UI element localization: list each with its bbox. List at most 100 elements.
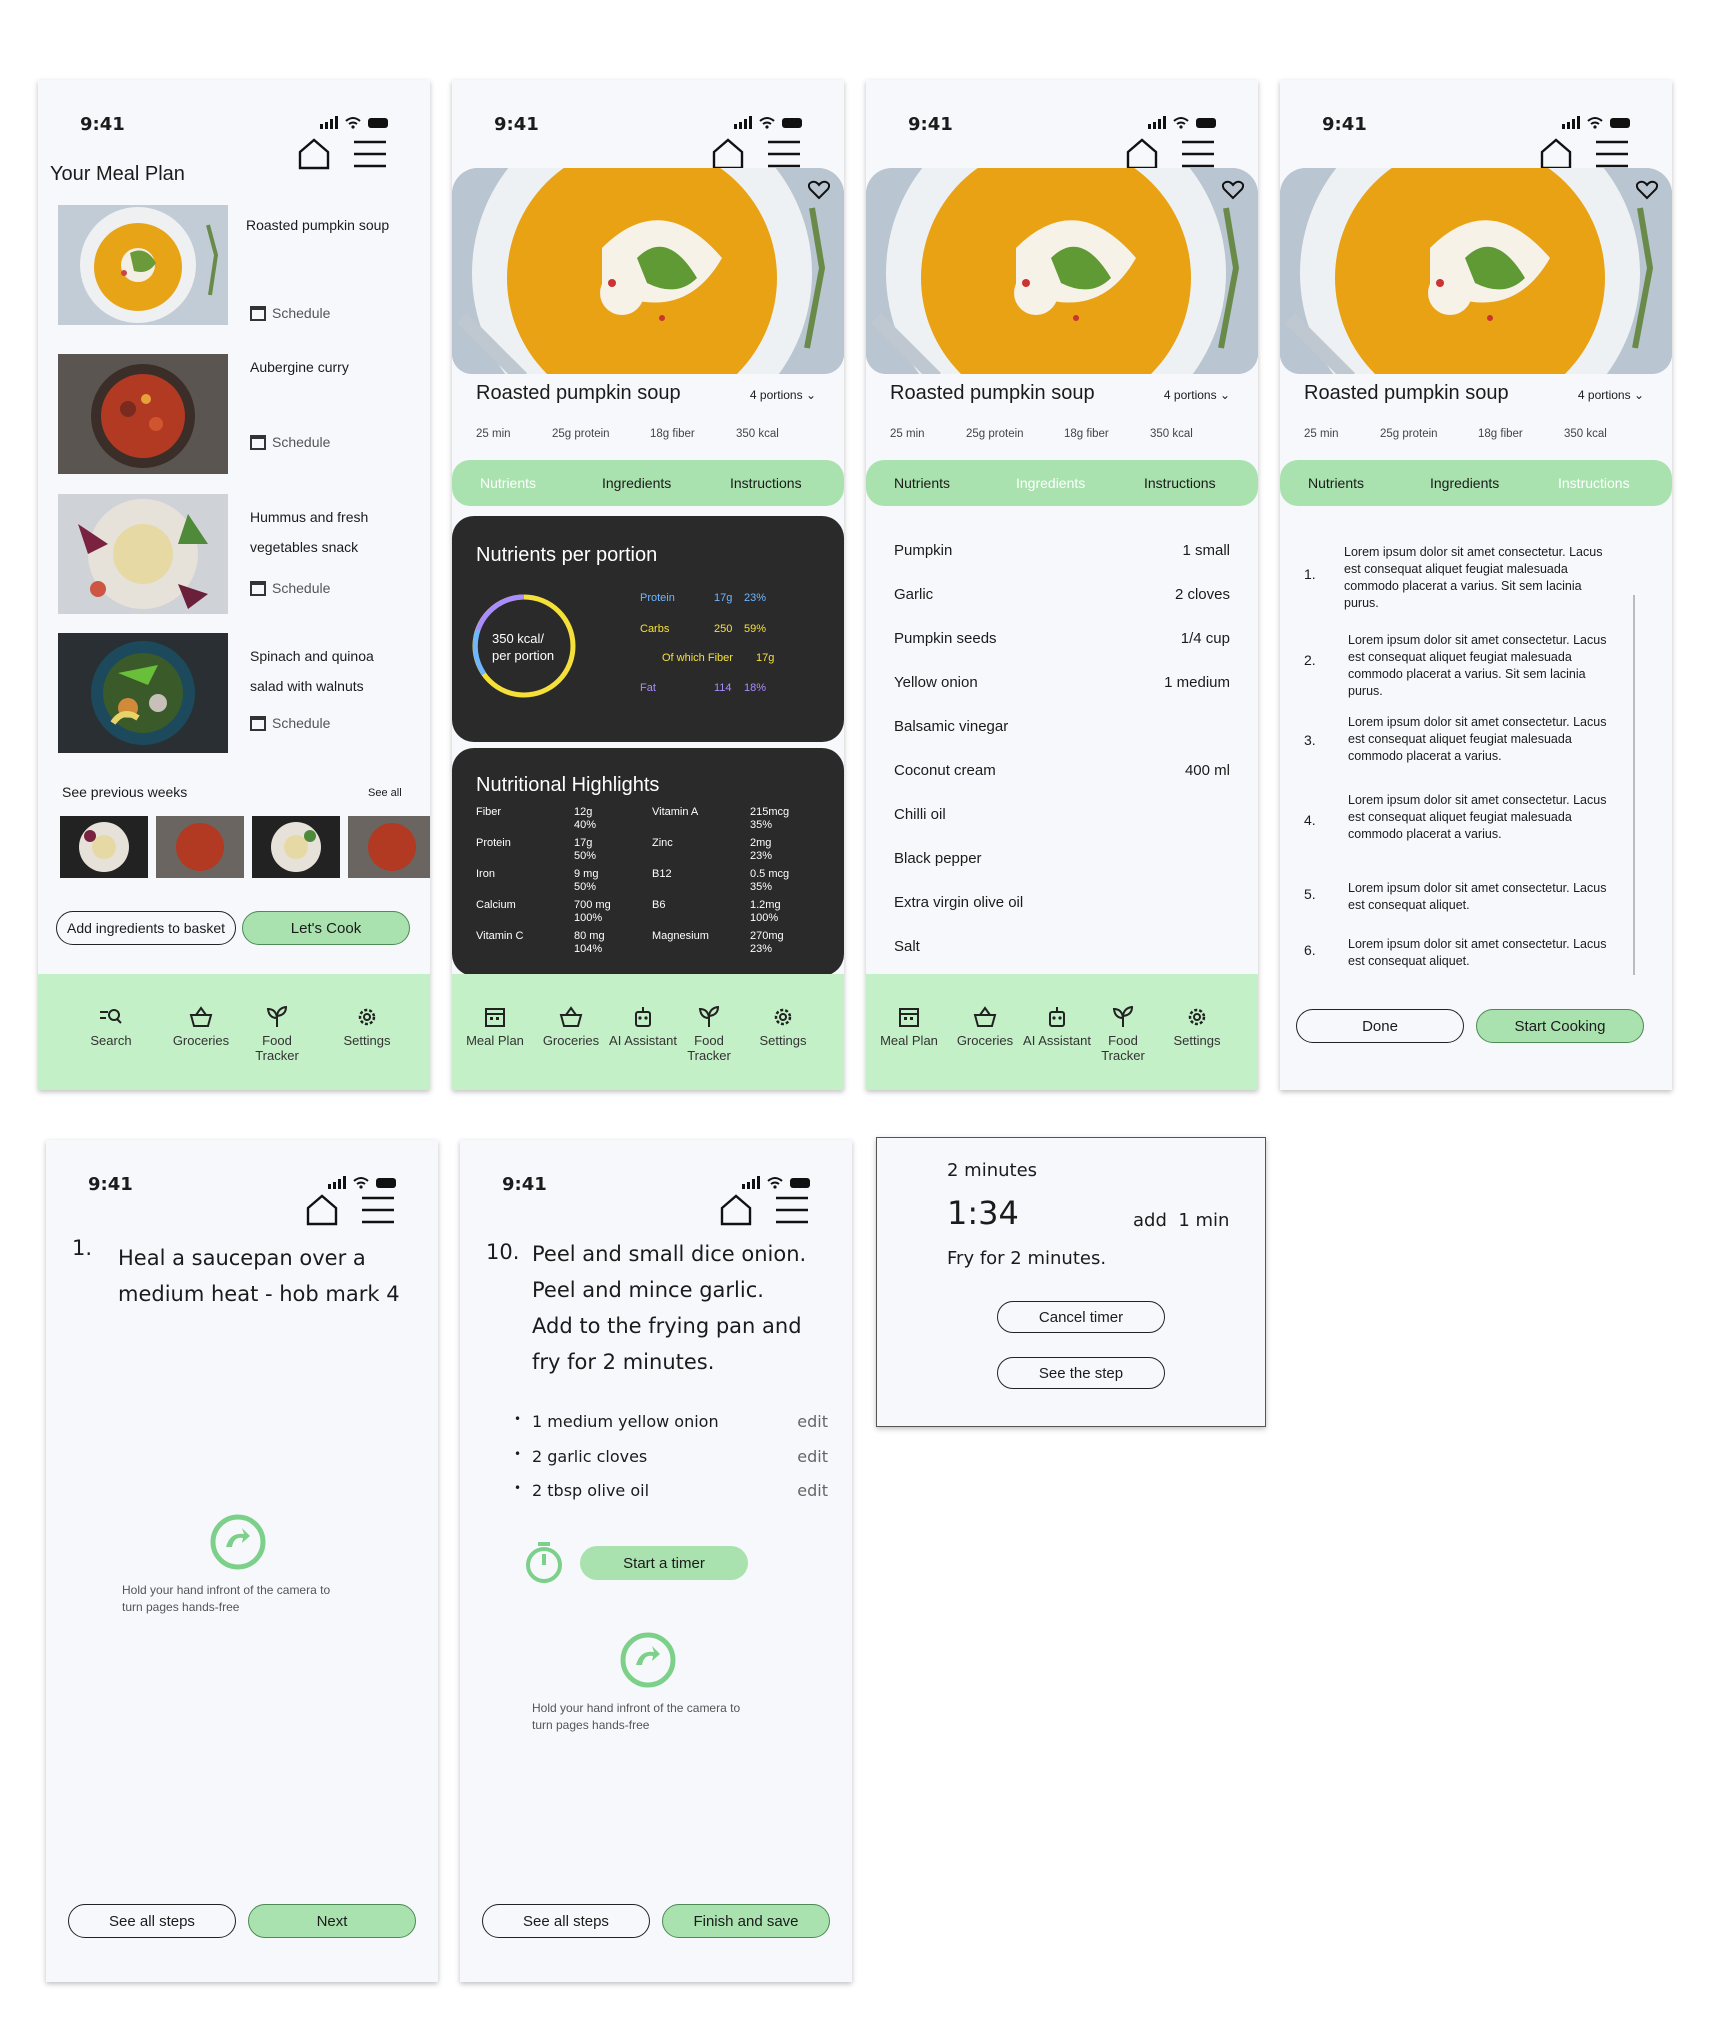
instruction-step: 2. Lorem ipsum dolor sit amet consectetur…: [1304, 633, 1607, 698]
heart-icon[interactable]: [1636, 180, 1658, 200]
menu-icon[interactable]: [768, 140, 800, 168]
meal-item-hummus[interactable]: Hummus and fresh vegetables snack Schedul…: [58, 494, 408, 614]
add-to-basket-button[interactable]: Add ingredients to basket: [56, 911, 236, 945]
spinach-salad-image: [58, 633, 228, 753]
nav-ai-assistant[interactable]: AI Assistant: [1022, 1006, 1092, 1048]
thumbnail-curry[interactable]: [156, 816, 244, 878]
gear-icon: [1188, 1008, 1206, 1026]
step-text: Peel and small dice onion. Peel and mince…: [532, 1242, 807, 1374]
status-time: 9:41: [502, 1174, 547, 1195]
tab-ingredients[interactable]: Ingredients: [1016, 475, 1085, 491]
previous-weeks-thumbnails[interactable]: [60, 816, 430, 878]
home-icon[interactable]: [1126, 138, 1158, 170]
nav-settings[interactable]: Settings: [748, 1006, 818, 1048]
status-bar: 9:41: [452, 80, 844, 140]
calendar-plus-icon: [250, 716, 266, 731]
thumbnail-hummus[interactable]: [252, 816, 340, 878]
nav-settings[interactable]: Settings: [332, 1006, 402, 1048]
heart-icon[interactable]: [808, 180, 830, 200]
nav-settings[interactable]: Settings: [1162, 1006, 1232, 1048]
home-menu-icons: [1126, 138, 1214, 170]
menu-icon[interactable]: [776, 1196, 808, 1224]
menu-icon[interactable]: [1182, 140, 1214, 168]
portions-select[interactable]: 4 portions ⌄: [1578, 388, 1644, 402]
start-timer-button[interactable]: Start a timer: [580, 1546, 748, 1580]
ingredient-row: Salt: [894, 938, 920, 955]
see-step-button[interactable]: See the step: [997, 1357, 1165, 1389]
edit-link[interactable]: edit: [797, 1447, 828, 1466]
tab-nutrients[interactable]: Nutrients: [1308, 475, 1364, 491]
edit-link[interactable]: edit: [797, 1412, 828, 1431]
tab-nutrients[interactable]: Nutrients: [480, 475, 536, 491]
nav-meal-plan[interactable]: Meal Plan: [874, 1006, 944, 1048]
ingredient-row: Garlic 2 cloves: [894, 586, 1230, 603]
home-menu-icons: [712, 138, 800, 170]
nav-food-tracker[interactable]: Food Tracker: [1088, 1006, 1158, 1063]
thumbnail-curry[interactable]: [348, 816, 430, 878]
stopwatch-icon: [526, 1542, 562, 1583]
instruction-step: 4. Lorem ipsum dolor sit amet consectetur…: [1304, 793, 1607, 841]
see-all-steps-button[interactable]: See all steps: [482, 1904, 650, 1938]
menu-icon[interactable]: [1596, 140, 1628, 168]
pumpkin-soup-photo: [452, 168, 844, 374]
ingredient-row: Yellow onion 1 medium: [894, 674, 1230, 691]
macro-fat: Fat 114 18%: [640, 682, 767, 694]
timer-description: Fry for 2 minutes.: [947, 1248, 1107, 1269]
portions-select[interactable]: 4 portions ⌄: [750, 388, 816, 402]
home-icon[interactable]: [712, 138, 744, 170]
home-menu-icons: [720, 1194, 808, 1226]
tab-ingredients[interactable]: Ingredients: [602, 475, 671, 491]
schedule-link[interactable]: Schedule: [250, 434, 330, 450]
schedule-link[interactable]: Schedule: [250, 580, 330, 596]
edit-link[interactable]: edit: [797, 1481, 828, 1500]
macro-carbs: Carbs 250 59%: [640, 623, 767, 635]
nav-ai-assistant[interactable]: AI Assistant: [608, 1006, 678, 1048]
start-cooking-button[interactable]: Start Cooking: [1476, 1009, 1644, 1043]
cooking-step10-screen: 9:41 10. Peel and small dice onion. Peel …: [460, 1140, 852, 1982]
add-minute-button[interactable]: add 1 min: [1133, 1210, 1229, 1231]
see-all-link[interactable]: See all: [368, 787, 402, 799]
recipe-title: Roasted pumpkin soup: [1304, 382, 1509, 404]
see-all-steps-button[interactable]: See all steps: [68, 1904, 236, 1938]
tab-ingredients[interactable]: Ingredients: [1430, 475, 1499, 491]
done-button[interactable]: Done: [1296, 1009, 1464, 1043]
nav-meal-plan[interactable]: Meal Plan: [460, 1006, 530, 1048]
scrollbar[interactable]: [1633, 595, 1635, 975]
home-icon[interactable]: [1540, 138, 1572, 170]
meal-item-spinach[interactable]: Spinach and quinoa salad with walnuts Sch…: [58, 633, 408, 753]
nav-groceries[interactable]: Groceries: [166, 1006, 236, 1048]
home-icon[interactable]: [298, 138, 330, 170]
portions-select[interactable]: 4 portions ⌄: [1164, 388, 1230, 402]
thumbnail-hummus[interactable]: [60, 816, 148, 878]
step-text: Heal a saucepan over a medium heat - hob …: [118, 1246, 400, 1306]
schedule-link[interactable]: Schedule: [250, 715, 330, 731]
meal-plan-screen: 9:41 Your Meal Plan Roasted pumpkin soup…: [38, 80, 430, 1090]
finish-save-button[interactable]: Finish and save: [662, 1904, 830, 1938]
tab-instructions[interactable]: Instructions: [1558, 475, 1630, 491]
tab-instructions[interactable]: Instructions: [1144, 475, 1216, 491]
schedule-link[interactable]: Schedule: [250, 305, 330, 321]
lets-cook-button[interactable]: Let's Cook: [242, 911, 410, 945]
nav-food-tracker[interactable]: Food Tracker: [242, 1006, 312, 1063]
chevron-down-icon: ⌄: [1219, 388, 1230, 402]
nav-groceries[interactable]: Groceries: [536, 1006, 606, 1048]
chevron-down-icon: ⌄: [805, 388, 816, 402]
home-icon[interactable]: [306, 1194, 338, 1226]
sprout-icon: [698, 1006, 720, 1027]
meal-item-aubergine[interactable]: Aubergine curry Schedule: [58, 354, 408, 474]
heart-icon[interactable]: [1222, 180, 1244, 200]
gesture-hint: Hold your hand infront of the camera to t…: [122, 1583, 331, 1614]
cancel-timer-button[interactable]: Cancel timer: [997, 1301, 1165, 1333]
instruction-list: 1. Lorem ipsum dolor sit amet consectetur…: [1304, 544, 1644, 974]
nav-search[interactable]: Search: [76, 1006, 146, 1048]
meal-item-pumpkin[interactable]: Roasted pumpkin soup Schedule: [58, 205, 408, 325]
tab-instructions[interactable]: Instructions: [730, 475, 802, 491]
nav-groceries[interactable]: Groceries: [950, 1006, 1020, 1048]
recipe-hero-image: [452, 168, 844, 374]
home-icon[interactable]: [720, 1194, 752, 1226]
tab-nutrients[interactable]: Nutrients: [894, 475, 950, 491]
next-button[interactable]: Next: [248, 1904, 416, 1938]
menu-icon[interactable]: [362, 1196, 394, 1224]
menu-icon[interactable]: [354, 140, 386, 168]
nav-food-tracker[interactable]: Food Tracker: [674, 1006, 744, 1063]
